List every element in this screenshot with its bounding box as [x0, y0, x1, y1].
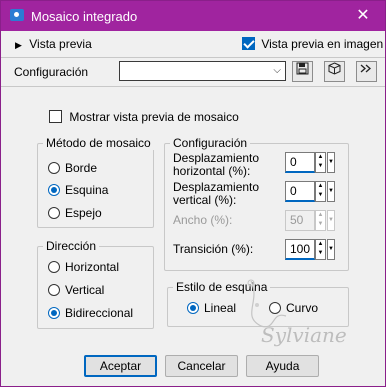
- watermark-text: Sylviane: [261, 323, 347, 347]
- method-option-label: Espejo: [65, 206, 102, 220]
- method-option-espejo[interactable]: Espejo: [48, 206, 102, 220]
- h-offset-label-line2: horizontal (%):: [173, 164, 251, 178]
- radio-selected-icon: [187, 302, 199, 314]
- transition-spinner[interactable]: 100 ▲ ▼ ▼: [285, 239, 335, 260]
- h-offset-label: Desplazamiento horizontal (%):: [173, 152, 259, 178]
- radio-icon: [48, 207, 60, 219]
- preview-toggle[interactable]: ▶ Vista previa: [15, 37, 92, 51]
- method-option-label: Borde: [65, 161, 98, 175]
- v-offset-label-line2: vertical (%):: [173, 193, 237, 207]
- transition-label: Transición (%):: [173, 242, 254, 256]
- reset-button[interactable]: [356, 61, 377, 82]
- direction-option-vertical[interactable]: Vertical: [48, 283, 104, 297]
- preset-combo[interactable]: ⌵: [119, 61, 286, 81]
- checkbox-checked-icon: [242, 37, 255, 50]
- h-offset-spinner[interactable]: 0 ▲ ▼ ▼: [285, 152, 335, 173]
- width-input: 50: [285, 210, 315, 231]
- divider: [1, 86, 385, 87]
- v-offset-input[interactable]: 0: [285, 181, 315, 202]
- method-option-esquina[interactable]: Esquina: [48, 183, 108, 197]
- divider: [1, 57, 385, 58]
- mosaic-preview-checkbox[interactable]: Mostrar vista previa de mosaico: [49, 110, 239, 124]
- dropdown-arrow-icon[interactable]: ▼: [327, 181, 335, 202]
- width-label: Ancho (%):: [173, 213, 233, 227]
- save-icon: [296, 62, 309, 78]
- settings-title: Configuración: [170, 136, 251, 150]
- preset-manager-button[interactable]: [324, 61, 345, 82]
- preview-in-image-label: Vista previa en imagen: [261, 37, 384, 51]
- chevron-right-icon: ▶: [15, 40, 22, 50]
- dropdown-arrow-icon[interactable]: ▼: [327, 152, 335, 173]
- radio-selected-icon: [48, 184, 60, 196]
- help-button[interactable]: Ayuda: [246, 355, 319, 377]
- transition-input[interactable]: 100: [285, 239, 315, 260]
- direction-option-bidireccional[interactable]: Bidireccional: [48, 306, 133, 320]
- direction-option-label: Horizontal: [65, 260, 120, 274]
- width-spinner: 50 ▲ ▼ ▼: [285, 210, 335, 231]
- dialog-window: Mosaico integrado ✕ ▶ Vista previa Vista…: [0, 0, 386, 387]
- v-offset-spinner[interactable]: 0 ▲ ▼ ▼: [285, 181, 335, 202]
- tile-method-title: Método de mosaico: [43, 136, 154, 150]
- checkbox-unchecked-icon: [49, 110, 62, 123]
- window-title: Mosaico integrado: [31, 9, 138, 24]
- mosaic-preview-label: Mostrar vista previa de mosaico: [69, 110, 239, 124]
- direction-option-label: Bidireccional: [65, 306, 134, 320]
- camera-icon: [10, 9, 24, 21]
- direction-title: Dirección: [43, 239, 100, 253]
- chevron-down-icon: ⌵: [273, 65, 281, 76]
- corner-option-lineal[interactable]: Lineal: [187, 301, 236, 315]
- preset-icon: [328, 62, 341, 78]
- cancel-button[interactable]: Cancelar: [165, 355, 238, 377]
- title-bar: Mosaico integrado ✕: [1, 1, 385, 31]
- radio-icon: [48, 284, 60, 296]
- h-offset-input[interactable]: 0: [285, 152, 315, 173]
- radio-icon: [48, 261, 60, 273]
- v-offset-label: Desplazamiento vertical (%):: [173, 181, 259, 207]
- preview-toggle-label: Vista previa: [29, 37, 92, 51]
- dropdown-arrow-icon: ▼: [327, 210, 335, 231]
- up-down-arrows-icon: ▲ ▼: [315, 210, 326, 231]
- up-down-arrows-icon[interactable]: ▲ ▼: [315, 239, 326, 260]
- save-preset-button[interactable]: [292, 61, 313, 82]
- direction-option-label: Vertical: [65, 283, 105, 297]
- config-label: Configuración: [14, 65, 89, 79]
- method-option-label: Esquina: [65, 183, 109, 197]
- up-down-arrows-icon[interactable]: ▲ ▼: [315, 181, 326, 202]
- reset-icon: [360, 64, 373, 78]
- direction-option-horizontal[interactable]: Horizontal: [48, 260, 119, 274]
- dropdown-arrow-icon[interactable]: ▼: [327, 239, 335, 260]
- close-button[interactable]: ✕: [341, 1, 385, 31]
- watermark: Sylviane: [231, 271, 371, 351]
- up-down-arrows-icon[interactable]: ▲ ▼: [315, 152, 326, 173]
- method-option-borde[interactable]: Borde: [48, 161, 97, 175]
- ok-button[interactable]: Aceptar: [84, 355, 157, 377]
- preview-in-image-checkbox[interactable]: Vista previa en imagen: [242, 37, 383, 51]
- radio-icon: [48, 162, 60, 174]
- radio-selected-icon: [48, 307, 60, 319]
